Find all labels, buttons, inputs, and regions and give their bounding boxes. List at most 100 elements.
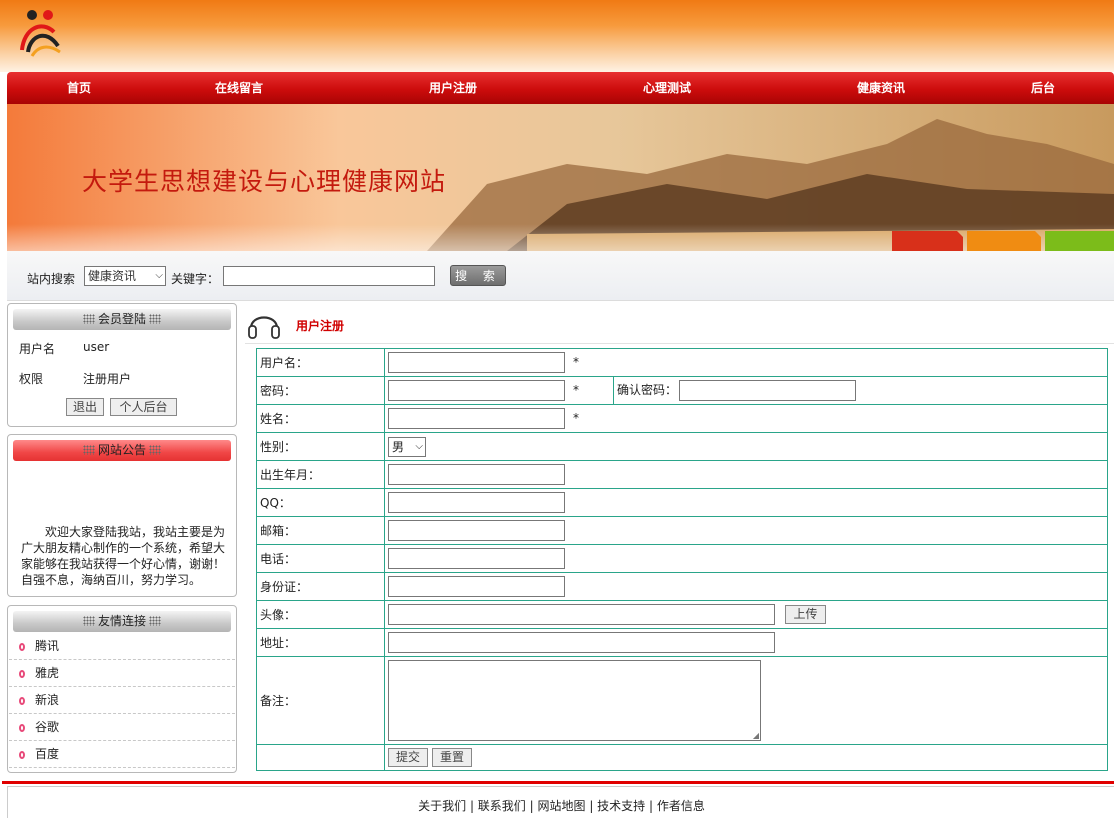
reset-button[interactable]: 重置 (432, 748, 472, 767)
friend-link-baidu[interactable]: 百度 (9, 741, 235, 768)
grid-dots-icon (149, 445, 161, 455)
avatar-field-label: 头像： (256, 600, 385, 629)
footer-separator: | (645, 799, 657, 813)
footer-link-author[interactable]: 作者信息 (657, 799, 705, 813)
required-mark: * (573, 383, 579, 397)
gender-field-cell: 男 ⌵ (384, 432, 1108, 461)
idcard-input[interactable] (388, 576, 565, 597)
grid-dots-icon (149, 616, 161, 626)
main-header: 用户注册 (245, 303, 1114, 344)
banner: 大学生思想建设与心理健康网站 (7, 104, 1114, 251)
notice-box-title: 网站公告 (97, 443, 146, 457)
password-input[interactable] (388, 380, 565, 401)
grid-dots-icon (82, 616, 95, 626)
nav-psych-test[interactable]: 心理测试 (617, 72, 717, 104)
links-box: 友情连接 腾讯 雅虎 新浪 谷歌 百度 (7, 605, 237, 773)
actions-cell: 提交 重置 (384, 744, 1108, 771)
footer-links: 关于我们 | 联系我们 | 网站地图 | 技术支持 | 作者信息 (8, 797, 1114, 814)
search-bar: 站内搜索 健康资讯 ⌵ 关键字： 搜 索 (7, 251, 1114, 301)
form-row-gender: 性别： 男 ⌵ (256, 432, 1108, 461)
notice-box-header: 网站公告 (13, 440, 231, 461)
avatar-input[interactable] (388, 604, 775, 625)
username-field-cell: * (384, 348, 1108, 377)
bullet-icon (19, 751, 25, 759)
realname-field-cell: * (384, 404, 1108, 433)
friend-link-label: 谷歌 (35, 720, 60, 734)
remark-field-cell: ◢ (384, 656, 1108, 745)
realname-field-label: 姓名： (256, 404, 385, 433)
footer-separator: | (466, 799, 478, 813)
personal-admin-button[interactable]: 个人后台 (110, 398, 177, 416)
qq-input[interactable] (388, 492, 565, 513)
notice-text: 欢迎大家登陆我站，我站主要是为广大朋友精心制作的一个系统，希望大家能够在我站获得… (21, 525, 225, 587)
remark-textarea[interactable]: ◢ (388, 660, 761, 741)
email-field-label: 邮箱： (256, 516, 385, 545)
form-row-email: 邮箱： (256, 516, 1108, 545)
password-field-cell: * (384, 376, 614, 405)
form-row-phone: 电话： (256, 544, 1108, 573)
realname-input[interactable] (388, 408, 565, 429)
form-row-idcard: 身份证： (256, 572, 1108, 601)
phone-input[interactable] (388, 548, 565, 569)
footer-link-support[interactable]: 技术支持 (597, 799, 645, 813)
search-category-select[interactable]: 健康资讯 ⌵ (84, 266, 166, 286)
username-field-label: 用户名： (256, 348, 385, 377)
required-mark: * (573, 355, 579, 369)
address-field-label: 地址： (256, 628, 385, 657)
headphones-icon (248, 316, 280, 339)
grid-dots-icon (149, 314, 161, 324)
search-label: 站内搜索 (27, 272, 76, 286)
login-box: 会员登陆 用户名 user 权限 注册用户 退出 个人后台 (7, 303, 237, 427)
resize-handle-icon[interactable]: ◢ (753, 731, 759, 740)
bullet-icon (19, 724, 25, 732)
qq-field-cell (384, 488, 1108, 517)
username-value: user (83, 340, 110, 354)
nav-admin[interactable]: 后台 (993, 72, 1093, 104)
email-input[interactable] (388, 520, 565, 541)
footer-link-sitemap[interactable]: 网站地图 (537, 799, 585, 813)
upload-button[interactable]: 上传 (785, 605, 826, 624)
bullet-icon (19, 670, 25, 678)
form-row-realname: 姓名： * (256, 404, 1108, 433)
submit-button[interactable]: 提交 (388, 748, 428, 767)
site-title: 大学生思想建设与心理健康网站 (82, 167, 447, 196)
form-row-address: 地址： (256, 628, 1108, 657)
username-input[interactable] (388, 352, 565, 373)
footer-separator: | (525, 799, 538, 813)
friend-link-sina[interactable]: 新浪 (9, 687, 235, 714)
friend-link-yahoo[interactable]: 雅虎 (9, 660, 235, 687)
phone-field-cell (384, 544, 1108, 573)
friend-link-label: 新浪 (35, 693, 60, 707)
search-input[interactable] (223, 266, 435, 286)
qq-field-label: QQ： (256, 488, 385, 517)
gender-select[interactable]: 男 ⌵ (388, 436, 426, 457)
friend-link-label: 腾讯 (35, 639, 60, 653)
nav-register[interactable]: 用户注册 (403, 72, 503, 104)
site-logo (20, 10, 61, 57)
nav-health-news[interactable]: 健康资讯 (831, 72, 931, 104)
main-nav: 首页 在线留言 用户注册 心理测试 健康资讯 后台 (7, 72, 1114, 104)
friend-link-google[interactable]: 谷歌 (9, 714, 235, 741)
nav-guestbook[interactable]: 在线留言 (189, 72, 289, 104)
address-input[interactable] (388, 632, 775, 653)
search-button[interactable]: 搜 索 (450, 265, 506, 286)
gender-field-label: 性别： (256, 432, 385, 461)
phone-field-label: 电话： (256, 544, 385, 573)
confirm-password-label: 确认密码： (617, 383, 678, 397)
links-box-header: 友情连接 (13, 611, 231, 632)
form-row-birth: 出生年月： (256, 460, 1108, 489)
grid-dots-icon (82, 314, 95, 324)
logout-button[interactable]: 退出 (66, 398, 104, 416)
footer-link-about[interactable]: 关于我们 (418, 799, 466, 813)
birth-input[interactable] (388, 464, 565, 485)
username-label: 用户名 (19, 342, 56, 356)
confirm-password-input[interactable] (679, 380, 857, 401)
notice-box: 网站公告 欢迎大家登陆我站，我站主要是为广大朋友精心制作的一个系统，希望大家能够… (7, 434, 237, 597)
friend-link-tencent[interactable]: 腾讯 (9, 633, 235, 660)
role-value: 注册用户 (83, 372, 132, 386)
keyword-label: 关键字： (171, 272, 220, 286)
nav-home[interactable]: 首页 (29, 72, 129, 104)
login-box-title: 会员登陆 (97, 312, 146, 326)
footer-link-contact[interactable]: 联系我们 (478, 799, 526, 813)
form-row-username: 用户名： * (256, 348, 1108, 377)
